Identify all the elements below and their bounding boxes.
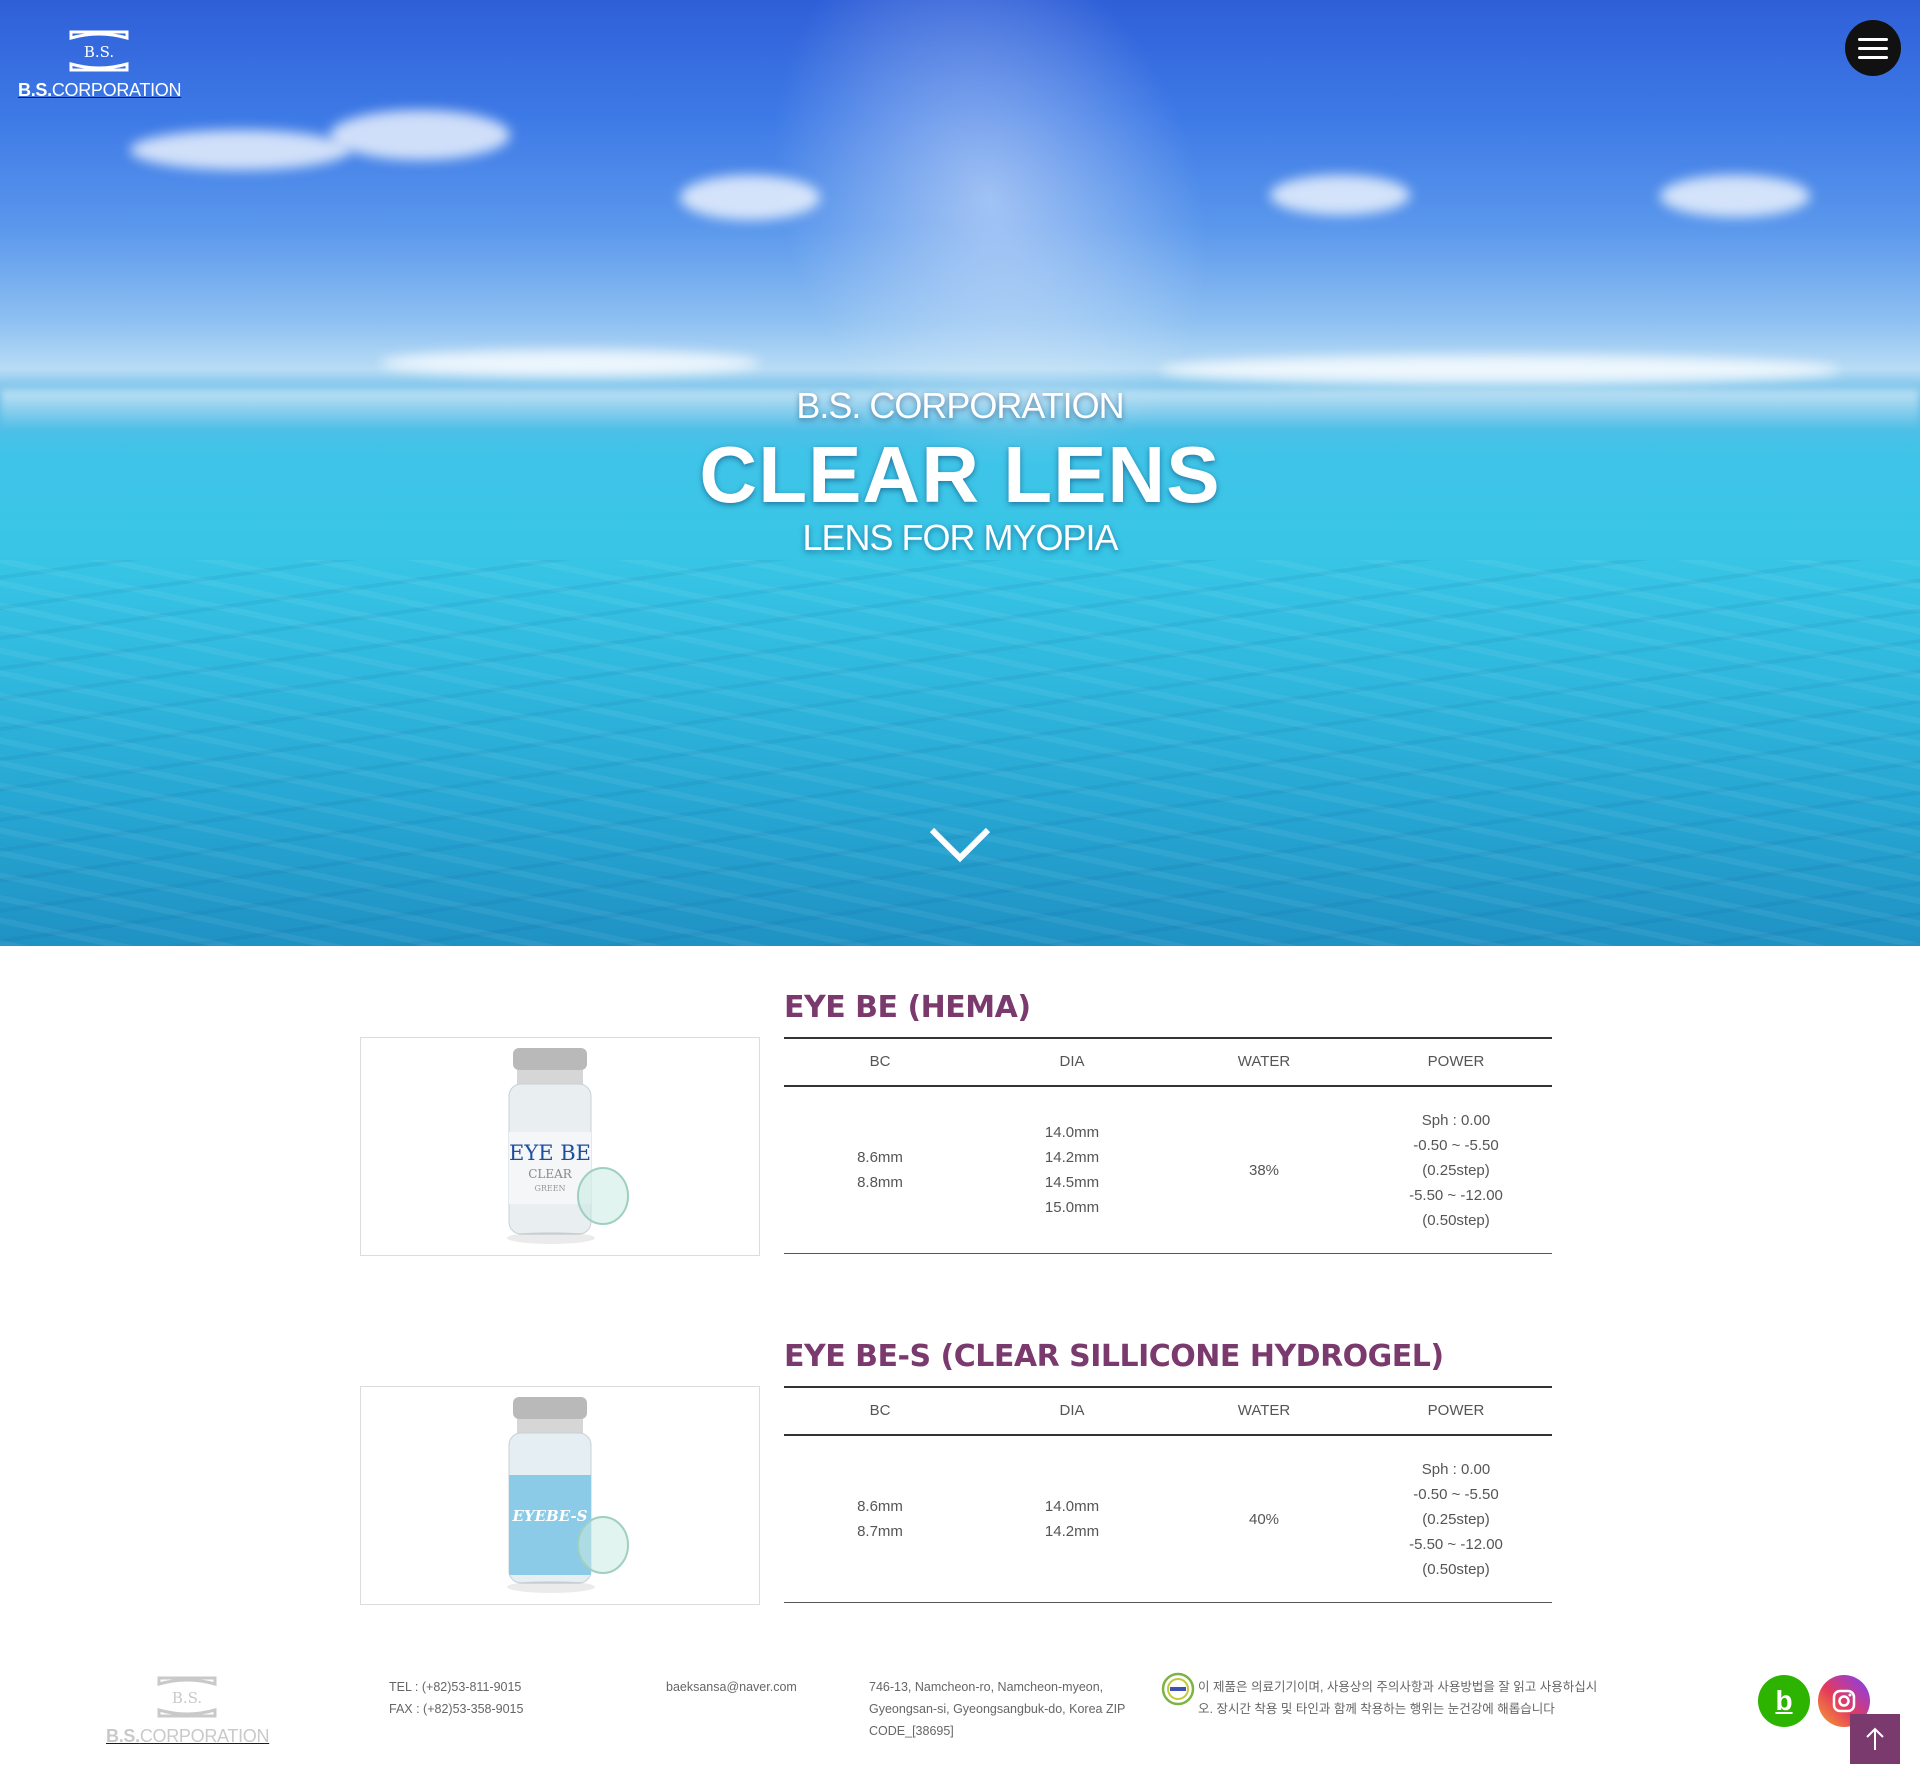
chevron-down-icon [929,827,991,863]
hero-tagline: LENS FOR MYOPIA [802,517,1118,558]
svg-text:B.S.: B.S. [172,1689,202,1707]
footer-address: 746-13, Namcheon-ro, Namcheon-myeon, Gye… [869,1680,1126,1738]
footer-notice-text: 이 제품은 의료기기이며, 사용상의 주의사항과 사용방법을 잘 읽고 사용하십… [1198,1680,1598,1716]
footer: B.S. B.S.CORPORATION TEL : (+82)53-811-9… [0,1660,1920,1776]
footer-logo[interactable]: B.S. B.S.CORPORATION [106,1674,270,1747]
cloud [380,350,760,376]
arrow-up-icon [1866,1727,1884,1750]
product-title: EYE BE-S (CLEAR SILLICONE HYDROGEL) [784,1339,1444,1374]
lens-vial-image: EYEBE-S [507,1397,629,1593]
spec-header-row: BC DIA WATER POWER [784,1386,1552,1436]
logo-mark-icon: B.S. [69,30,129,72]
cloud [1660,175,1810,217]
product-title: EYE BE (HEMA) [784,990,1031,1025]
spec-dia: 14.0mm 14.2mm 14.5mm 15.0mm [1044,1124,1100,1216]
spec-header-dia: DIA [1059,1402,1085,1419]
footer-logo-text: B.S.CORPORATION [106,1726,270,1746]
scroll-down-button[interactable] [928,824,992,869]
menu-button[interactable] [1845,20,1901,76]
spec-power: Sph : 0.00 -0.50 ~ -5.50 (0.25step) -5.50 ~… [1409,1460,1503,1578]
spec-table: BC DIA WATER POWER 8.6mm 8.8mm 14.0mm 14.2… [784,1037,1552,1254]
spec-water: 40% [1248,1510,1280,1528]
footer-tel: TEL : (+82)53-811-9015 [389,1680,522,1694]
water-texture [0,560,1920,946]
footer-contact: TEL : (+82)53-811-9015 FAX : (+82)53-358… [389,1676,523,1720]
spec-header-water: WATER [1237,1053,1291,1070]
cloud [330,110,510,160]
spec-value-row: 8.6mm 8.7mm 14.0mm 14.2mm 40% Sph : 0.00 -0… [784,1436,1552,1603]
spec-bc: 8.6mm 8.8mm [857,1149,903,1191]
spec-header-bc: BC [869,1053,891,1070]
spec-header-power: POWER [1427,1402,1485,1419]
hero-banner: B.S. B.S.CORPORATION B.S. CORPORATION CL… [0,0,1920,946]
hamburger-icon [1858,37,1888,41]
svg-text:EYEBE-S: EYEBE-S [511,1507,587,1525]
blog-link-button[interactable]: b [1758,1675,1810,1727]
footer-fax: FAX : (+82)53-358-9015 [389,1702,524,1716]
cloud [1160,355,1840,385]
logo-mark-icon: B.S. [157,1676,217,1718]
hero-text: B.S. CORPORATION CLEAR LENS LENS FOR MYO… [0,385,1920,559]
cloud [130,130,350,170]
spec-header-power: POWER [1427,1053,1485,1070]
footer-notice: 이 제품은 의료기기이며, 사용상의 주의사항과 사용방법을 잘 읽고 사용하십… [1160,1672,1610,1720]
naver-blog-icon: b [1775,1685,1793,1716]
spec-value-row: 8.6mm 8.8mm 14.0mm 14.2mm 14.5mm 15.0mm 38% … [784,1087,1552,1254]
product-image: EYEBE-S [360,1386,760,1605]
svg-text:CLEAR: CLEAR [528,1167,573,1181]
spec-header-water: WATER [1237,1402,1291,1419]
cloud [680,175,820,220]
hero-title: CLEAR LENS [699,430,1221,519]
spec-water: 38% [1248,1161,1280,1179]
svg-text:EYE BE: EYE BE [509,1141,591,1165]
logo-text: B.S.CORPORATION [18,80,182,100]
instagram-icon [1832,1689,1856,1713]
spec-header-dia: DIA [1059,1053,1085,1070]
hero-subtitle: B.S. CORPORATION [796,385,1124,426]
certification-mark-icon [1161,1672,1195,1706]
spec-header-row: BC DIA WATER POWER [784,1037,1552,1087]
spec-dia: 14.0mm 14.2mm [1044,1498,1100,1540]
scroll-to-top-button[interactable] [1850,1714,1900,1764]
cloud [1270,175,1410,215]
spec-header-bc: BC [869,1402,891,1419]
product-image: EYE BE CLEAR GREEN [360,1037,760,1256]
spec-power: Sph : 0.00 -0.50 ~ -5.50 (0.25step) -5.50 ~… [1409,1111,1503,1229]
site-logo[interactable]: B.S. B.S.CORPORATION [18,28,182,101]
svg-text:B.S.: B.S. [84,43,114,61]
footer-email[interactable]: baeksansa@naver.com [666,1676,797,1698]
svg-text:GREEN: GREEN [534,1184,565,1193]
spec-bc: 8.6mm 8.7mm [857,1498,903,1540]
spec-table: BC DIA WATER POWER 8.6mm 8.7mm 14.0mm 14.2… [784,1386,1552,1603]
lens-vial-image: EYE BE CLEAR GREEN [507,1048,629,1244]
